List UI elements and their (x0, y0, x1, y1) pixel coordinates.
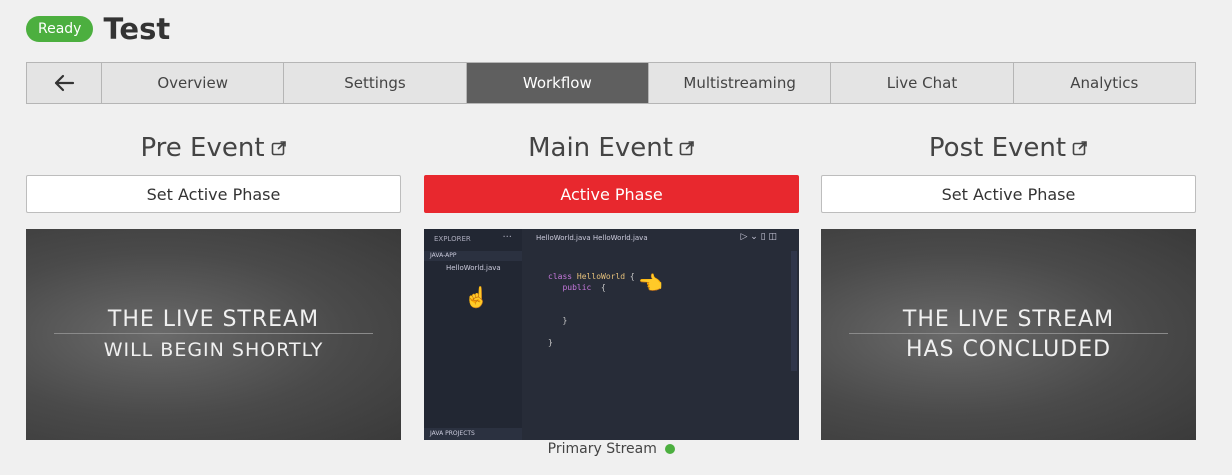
tab-overview[interactable]: Overview (101, 63, 283, 103)
arrow-left-icon (54, 74, 75, 92)
tab-settings[interactable]: Settings (283, 63, 465, 103)
code-block: class HelloWorld { public { } } (548, 272, 635, 347)
back-button[interactable] (27, 63, 101, 103)
run-icon: ▷ ⌄ ▯ ◫ (740, 232, 777, 242)
status-badge: Ready (26, 16, 94, 42)
tab-bar: Overview Settings Workflow Multistreamin… (26, 62, 1196, 104)
phase-post-event: Post Event Set Active Phase THE LIVE STR… (821, 130, 1196, 440)
phase-title: Post Event (821, 130, 1196, 166)
file-label: HelloWorld.java (446, 264, 501, 272)
thumbnail-text: THE LIVE STREAM WILL BEGIN SHORTLY (26, 305, 401, 365)
editor-sidebar: EXPLORER ··· JAVA-APP HelloWorld.java ☝️… (424, 229, 522, 440)
pointing-left-emoji-icon: 👈 (638, 271, 663, 295)
tab-analytics[interactable]: Analytics (1012, 63, 1195, 103)
phase-title-label: Post Event (928, 133, 1067, 163)
thumbnail-line-1: THE LIVE STREAM (107, 307, 320, 332)
pointing-up-emoji-icon: ☝️ (464, 285, 489, 309)
explorer-label: EXPLORER (434, 235, 471, 243)
code-classname: HelloWorld (576, 272, 626, 281)
editor-main: HelloWorld.java HelloWorld.java ▷ ⌄ ▯ ◫ … (522, 229, 799, 440)
external-link-icon[interactable] (1072, 140, 1088, 156)
pre-event-thumbnail[interactable]: THE LIVE STREAM WILL BEGIN SHORTLY (26, 229, 401, 440)
editor-tab-label: HelloWorld.java HelloWorld.java (536, 234, 648, 242)
main-event-thumbnail[interactable]: EXPLORER ··· JAVA-APP HelloWorld.java ☝️… (424, 229, 799, 440)
set-active-phase-button[interactable]: Set Active Phase (26, 175, 401, 213)
primary-stream-label: Primary Stream (547, 441, 657, 457)
active-phase-button[interactable]: Active Phase (424, 175, 799, 213)
code-keyword: class (548, 272, 573, 281)
phase-title-label: Pre Event (140, 133, 265, 163)
green-dot-icon (665, 444, 676, 454)
phase-pre-event: Pre Event Set Active Phase THE LIVE STRE… (26, 130, 401, 440)
tab-live-chat[interactable]: Live Chat (830, 63, 1012, 103)
phase-main-event: Main Event Active Phase EXPLORER ··· JAV… (424, 130, 799, 440)
tab-multistreaming[interactable]: Multistreaming (647, 63, 830, 103)
tab-workflow[interactable]: Workflow (465, 63, 648, 103)
page-title: Test (103, 12, 171, 46)
code-public: public (562, 283, 592, 292)
phase-title: Pre Event (26, 130, 401, 166)
thumbnail-text: THE LIVE STREAM HAS CONCLUDED (821, 305, 1196, 365)
phase-title-label: Main Event (528, 133, 673, 163)
project-label: JAVA-APP (424, 251, 522, 261)
more-icon: ··· (502, 232, 512, 243)
set-active-phase-button[interactable]: Set Active Phase (821, 175, 1196, 213)
editor-scrollbar (791, 251, 797, 371)
page-header: Ready Test (26, 10, 170, 48)
thumbnail-line-2: HAS CONCLUDED (905, 337, 1112, 362)
post-event-thumbnail[interactable]: THE LIVE STREAM HAS CONCLUDED (821, 229, 1196, 440)
thumbnail-line-1: THE LIVE STREAM (902, 307, 1115, 332)
external-link-icon[interactable] (271, 140, 287, 156)
stream-caption: Primary Stream (424, 441, 799, 457)
thumbnail-line-2: WILL BEGIN SHORTLY (103, 339, 324, 361)
java-projects-label: JAVA PROJECTS (424, 428, 522, 440)
external-link-icon[interactable] (679, 140, 695, 156)
phase-title: Main Event (424, 130, 799, 166)
